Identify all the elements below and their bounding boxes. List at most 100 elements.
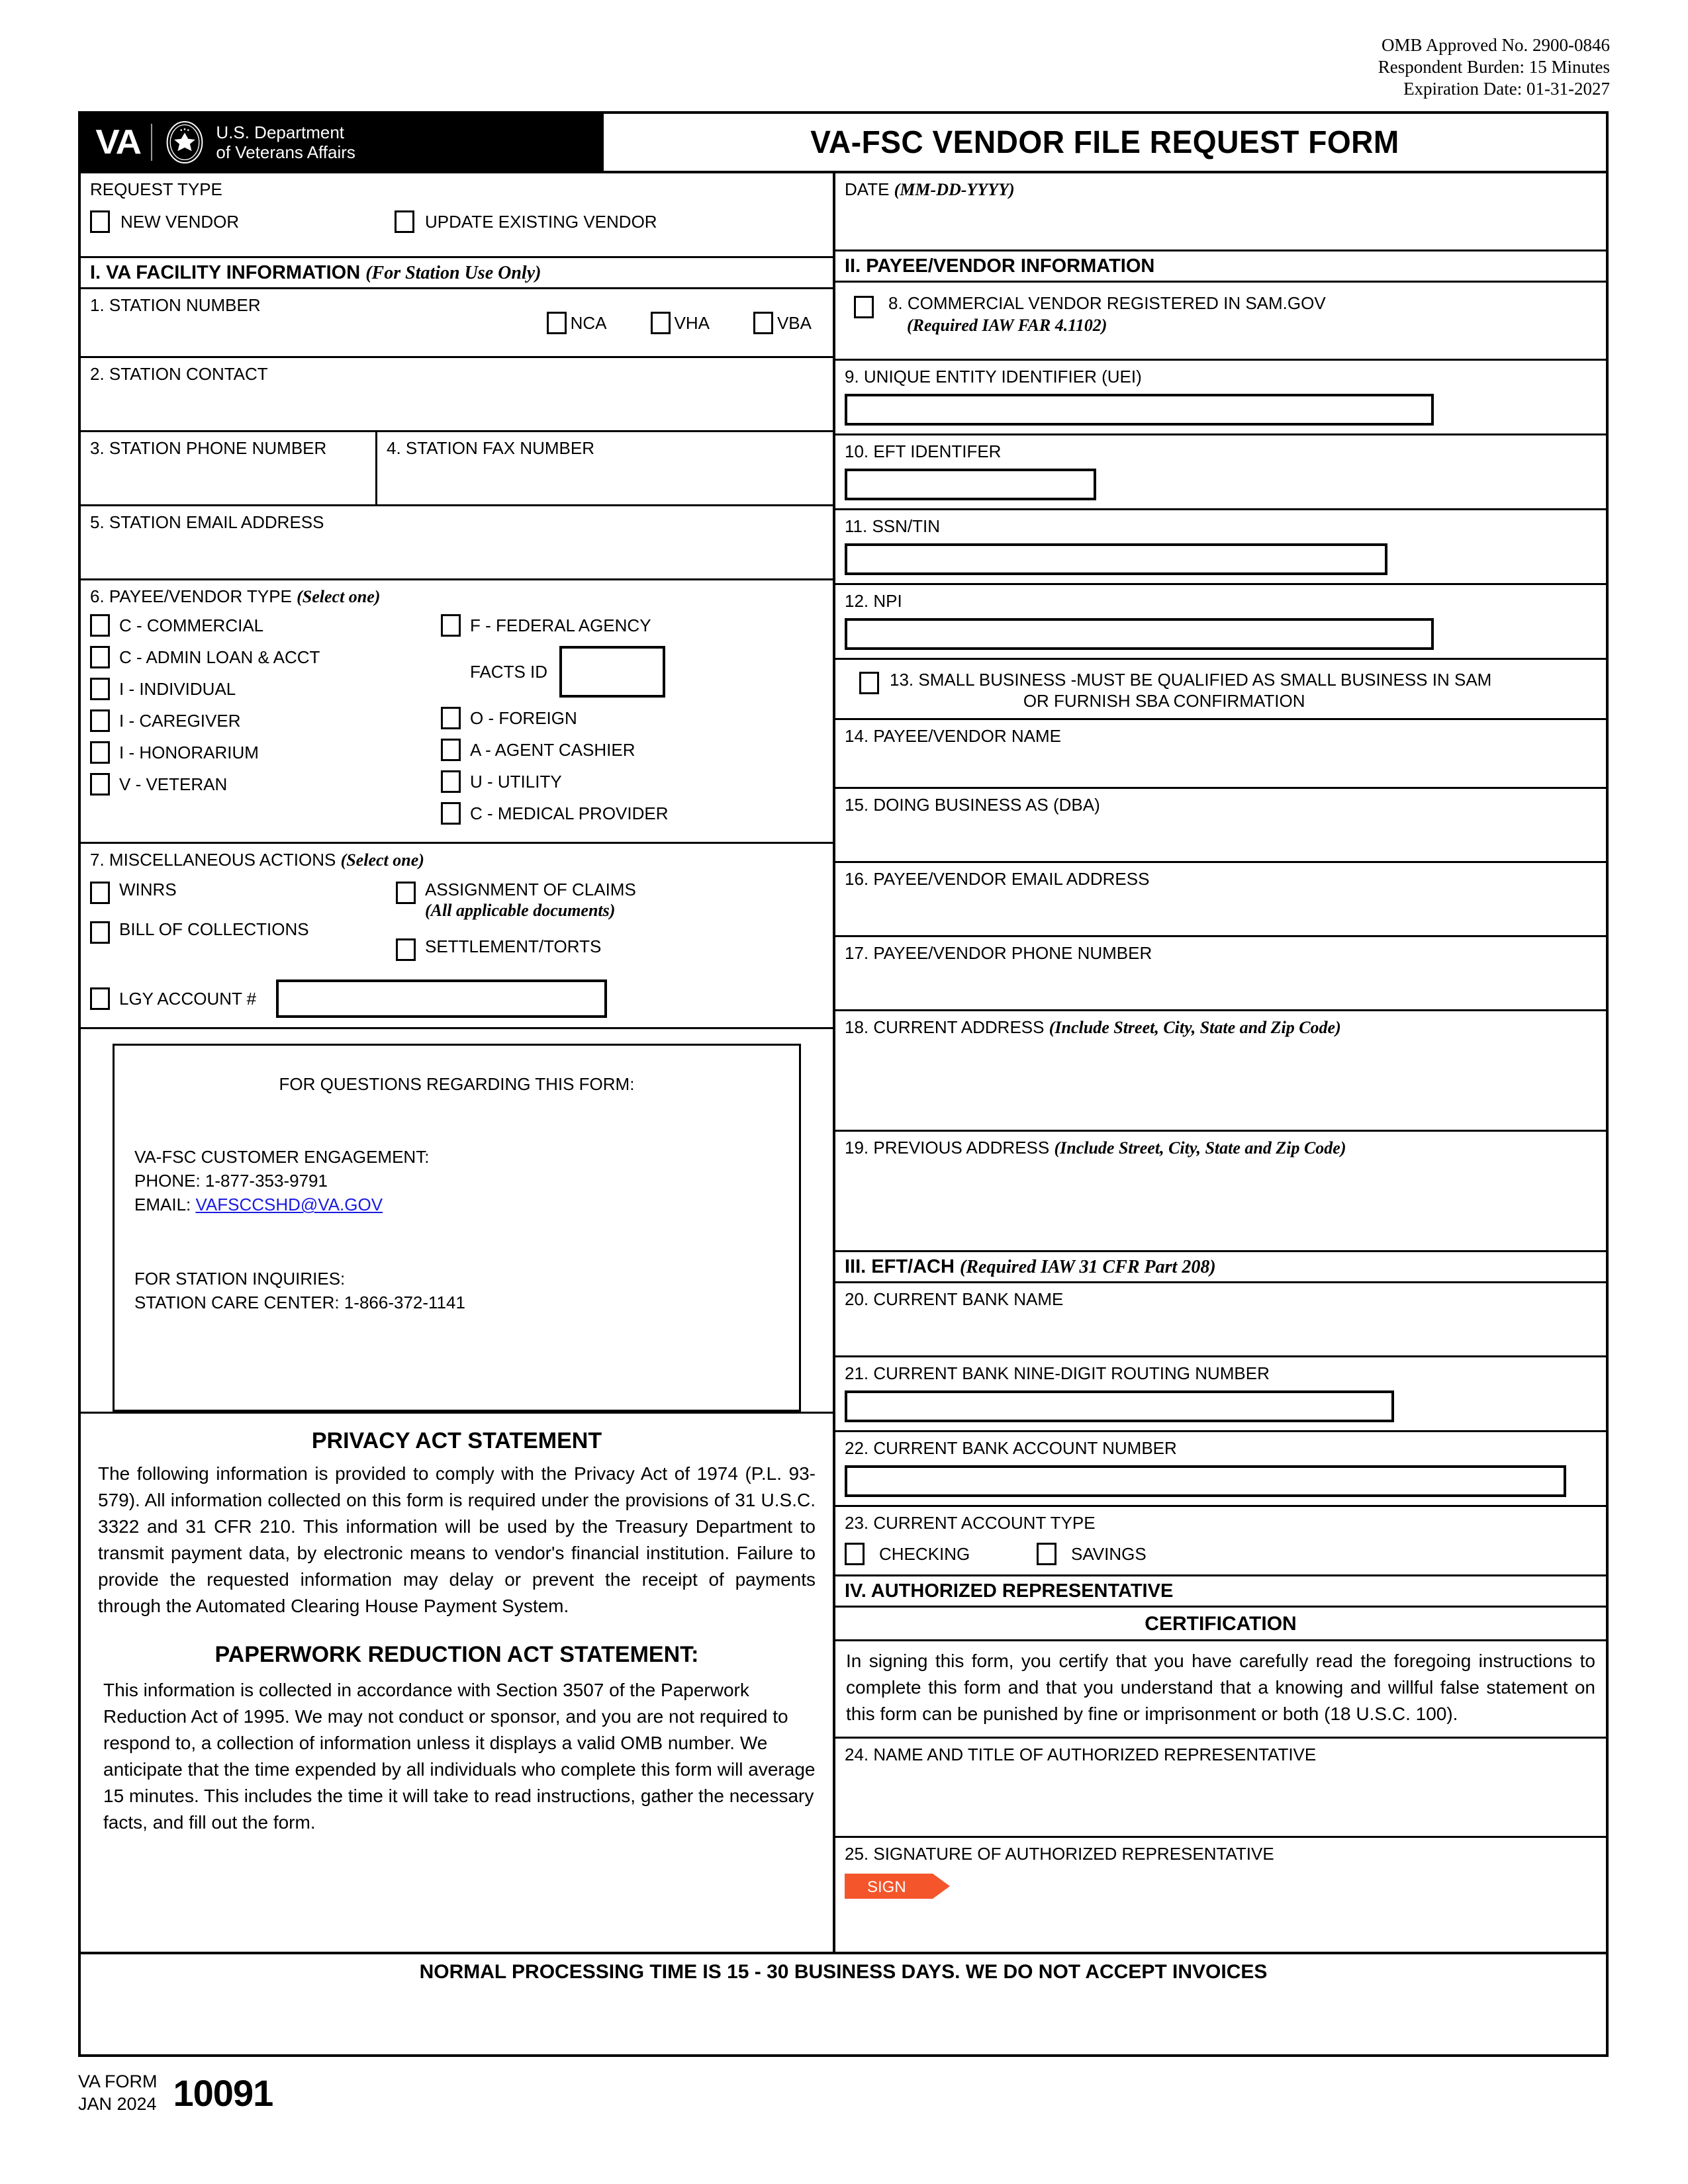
- eft-identifier-cell[interactable]: 10. EFT IDENTIFER: [835, 435, 1606, 510]
- medical-provider-checkbox[interactable]: [441, 802, 461, 825]
- bill-of-collections-checkbox[interactable]: [90, 921, 110, 944]
- station-email-cell[interactable]: 5. STATION EMAIL ADDRESS: [81, 506, 833, 580]
- payee-phone-cell[interactable]: 17. PAYEE/VENDOR PHONE NUMBER: [835, 937, 1606, 1011]
- misc-action-winrs[interactable]: WINRS: [90, 879, 396, 904]
- vendor-type-commercial[interactable]: C - COMMERCIAL: [90, 614, 441, 637]
- winrs-checkbox[interactable]: [90, 882, 110, 904]
- individual-checkbox[interactable]: [90, 678, 110, 700]
- caregiver-checkbox[interactable]: [90, 709, 110, 732]
- request-type-new-vendor[interactable]: NEW VENDOR: [90, 210, 395, 233]
- date-cell[interactable]: DATE (MM-DD-YYYY): [835, 173, 1606, 251]
- sam-registered-cell[interactable]: 8. COMMERCIAL VENDOR REGISTERED IN SAM.G…: [835, 283, 1606, 361]
- commercial-checkbox[interactable]: [90, 614, 110, 637]
- station-number-cell[interactable]: 1. STATION NUMBER NCA VHA VBA: [81, 289, 833, 358]
- vendor-type-note: (Select one): [297, 587, 381, 606]
- vendor-type-options: C - COMMERCIAL C - ADMIN LOAN & ACCT I -…: [90, 614, 823, 834]
- previous-address-cell[interactable]: 19. PREVIOUS ADDRESS (Include Street, Ci…: [835, 1132, 1606, 1252]
- agency-options: NCA VHA VBA: [503, 312, 812, 334]
- routing-number-cell[interactable]: 21. CURRENT BANK NINE-DIGIT ROUTING NUMB…: [835, 1357, 1606, 1432]
- account-number-input[interactable]: [845, 1465, 1566, 1497]
- vendor-type-foreign[interactable]: O - FOREIGN: [441, 707, 792, 729]
- nca-checkbox[interactable]: [546, 312, 567, 334]
- vendor-type-individual[interactable]: I - INDIVIDUAL: [90, 678, 441, 700]
- utility-checkbox[interactable]: [441, 770, 461, 793]
- uei-cell[interactable]: 9. UNIQUE ENTITY IDENTIFIER (UEI): [835, 361, 1606, 435]
- settlement-torts-checkbox[interactable]: [396, 938, 416, 961]
- payee-email-cell[interactable]: 16. PAYEE/VENDOR EMAIL ADDRESS: [835, 863, 1606, 937]
- npi-input[interactable]: [845, 618, 1434, 650]
- agent-cashier-label: A - AGENT CASHIER: [470, 740, 635, 760]
- honorarium-checkbox[interactable]: [90, 741, 110, 764]
- vendor-type-utility[interactable]: U - UTILITY: [441, 770, 792, 793]
- sam-registered-checkbox[interactable]: [854, 296, 874, 318]
- small-business-cell[interactable]: 13. SMALL BUSINESS -MUST BE QUALIFIED AS…: [835, 660, 1606, 720]
- agency-option-vha[interactable]: VHA: [650, 312, 710, 334]
- dba-cell[interactable]: 15. DOING BUSINESS AS (DBA): [835, 789, 1606, 863]
- eft-identifier-label: 10. EFT IDENTIFER: [845, 441, 1002, 461]
- veteran-label: V - VETERAN: [119, 774, 228, 794]
- sam-registered-note: (Required IAW FAR 4.1102): [907, 316, 1107, 335]
- agent-cashier-checkbox[interactable]: [441, 739, 461, 761]
- misc-action-assignment-of-claims[interactable]: ASSIGNMENT OF CLAIMS (All applicable doc…: [396, 879, 702, 921]
- vendor-type-veteran[interactable]: V - VETERAN: [90, 773, 441, 796]
- sign-button[interactable]: SIGN: [845, 1874, 950, 1899]
- update-existing-vendor-checkbox[interactable]: [395, 210, 414, 233]
- small-business-checkbox[interactable]: [859, 672, 879, 694]
- signature-cell[interactable]: 25. SIGNATURE OF AUTHORIZED REPRESENTATI…: [835, 1838, 1606, 1952]
- station-fax-cell[interactable]: 4. STATION FAX NUMBER: [377, 432, 833, 504]
- foreign-checkbox[interactable]: [441, 707, 461, 729]
- update-existing-vendor-label: UPDATE EXISTING VENDOR: [425, 212, 657, 232]
- lgy-account-checkbox[interactable]: [90, 987, 110, 1010]
- representative-name-cell[interactable]: 24. NAME AND TITLE OF AUTHORIZED REPRESE…: [835, 1739, 1606, 1838]
- vendor-name-cell[interactable]: 14. PAYEE/VENDOR NAME: [835, 720, 1606, 789]
- vendor-type-agent-cashier[interactable]: A - AGENT CASHIER: [441, 739, 792, 761]
- assignment-of-claims-checkbox[interactable]: [396, 882, 416, 904]
- current-address-note: (Include Street, City, State and Zip Cod…: [1049, 1018, 1341, 1037]
- agency-option-nca[interactable]: NCA: [546, 312, 607, 334]
- uei-input[interactable]: [845, 394, 1434, 426]
- vha-checkbox[interactable]: [650, 312, 671, 334]
- new-vendor-checkbox[interactable]: [90, 210, 110, 233]
- agency-option-vba[interactable]: VBA: [753, 312, 812, 334]
- left-column: REQUEST TYPE NEW VENDOR UPDATE EXISTING …: [81, 173, 835, 1952]
- account-number-cell[interactable]: 22. CURRENT BANK ACCOUNT NUMBER: [835, 1432, 1606, 1507]
- vendor-type-label-text: 6. PAYEE/VENDOR TYPE: [90, 586, 292, 606]
- eft-identifier-input[interactable]: [845, 469, 1096, 500]
- misc-actions-label: 7. MISCELLANEOUS ACTIONS (Select one): [90, 849, 823, 871]
- vendor-type-caregiver[interactable]: I - CAREGIVER: [90, 709, 441, 732]
- assignment-of-claims-label: ASSIGNMENT OF CLAIMS: [425, 880, 636, 899]
- department-line-2: of Veterans Affairs: [216, 142, 355, 162]
- admin-loan-checkbox[interactable]: [90, 646, 110, 668]
- ssn-tin-cell[interactable]: 11. SSN/TIN: [835, 510, 1606, 585]
- form-frame: VA U.S. Department of Veterans Affairs V…: [78, 111, 1609, 2057]
- station-contact-cell[interactable]: 2. STATION CONTACT: [81, 358, 833, 432]
- station-phone-cell[interactable]: 3. STATION PHONE NUMBER: [81, 432, 377, 504]
- npi-cell[interactable]: 12. NPI: [835, 585, 1606, 660]
- small-business-text: 13. SMALL BUSINESS -MUST BE QUALIFIED AS…: [890, 669, 1491, 711]
- routing-number-input[interactable]: [845, 1390, 1394, 1422]
- account-type-checking[interactable]: CHECKING: [845, 1543, 1037, 1565]
- account-type-savings[interactable]: SAVINGS: [1037, 1543, 1147, 1565]
- checking-checkbox[interactable]: [845, 1543, 865, 1565]
- vendor-type-federal-agency[interactable]: F - FEDERAL AGENCY: [441, 614, 792, 637]
- vba-checkbox[interactable]: [753, 312, 773, 334]
- federal-agency-checkbox[interactable]: [441, 614, 461, 637]
- current-address-cell[interactable]: 18. CURRENT ADDRESS (Include Street, Cit…: [835, 1011, 1606, 1132]
- customer-engagement-title: VA-FSC CUSTOMER ENGAGEMENT:: [134, 1147, 430, 1167]
- lgy-account-input[interactable]: [276, 979, 608, 1018]
- ssn-tin-input[interactable]: [845, 543, 1387, 575]
- uei-label: 9. UNIQUE ENTITY IDENTIFIER (UEI): [845, 367, 1142, 387]
- facts-id-input[interactable]: [559, 646, 666, 698]
- veteran-checkbox[interactable]: [90, 773, 110, 796]
- vendor-type-honorarium[interactable]: I - HONORARIUM: [90, 741, 441, 764]
- station-fax-label: 4. STATION FAX NUMBER: [387, 438, 594, 458]
- federal-agency-label: F - FEDERAL AGENCY: [470, 615, 651, 635]
- savings-checkbox[interactable]: [1037, 1543, 1056, 1565]
- vendor-type-admin-loan[interactable]: C - ADMIN LOAN & ACCT: [90, 646, 441, 668]
- support-email-link[interactable]: VAFSCCSHD@VA.GOV: [195, 1195, 383, 1214]
- misc-action-settlement-torts[interactable]: SETTLEMENT/TORTS: [396, 936, 702, 961]
- bank-name-cell[interactable]: 20. CURRENT BANK NAME: [835, 1283, 1606, 1357]
- vendor-type-medical-provider[interactable]: C - MEDICAL PROVIDER: [441, 802, 792, 825]
- request-type-update-vendor[interactable]: UPDATE EXISTING VENDOR: [395, 210, 657, 233]
- misc-action-bill-of-collections[interactable]: BILL OF COLLECTIONS: [90, 919, 396, 944]
